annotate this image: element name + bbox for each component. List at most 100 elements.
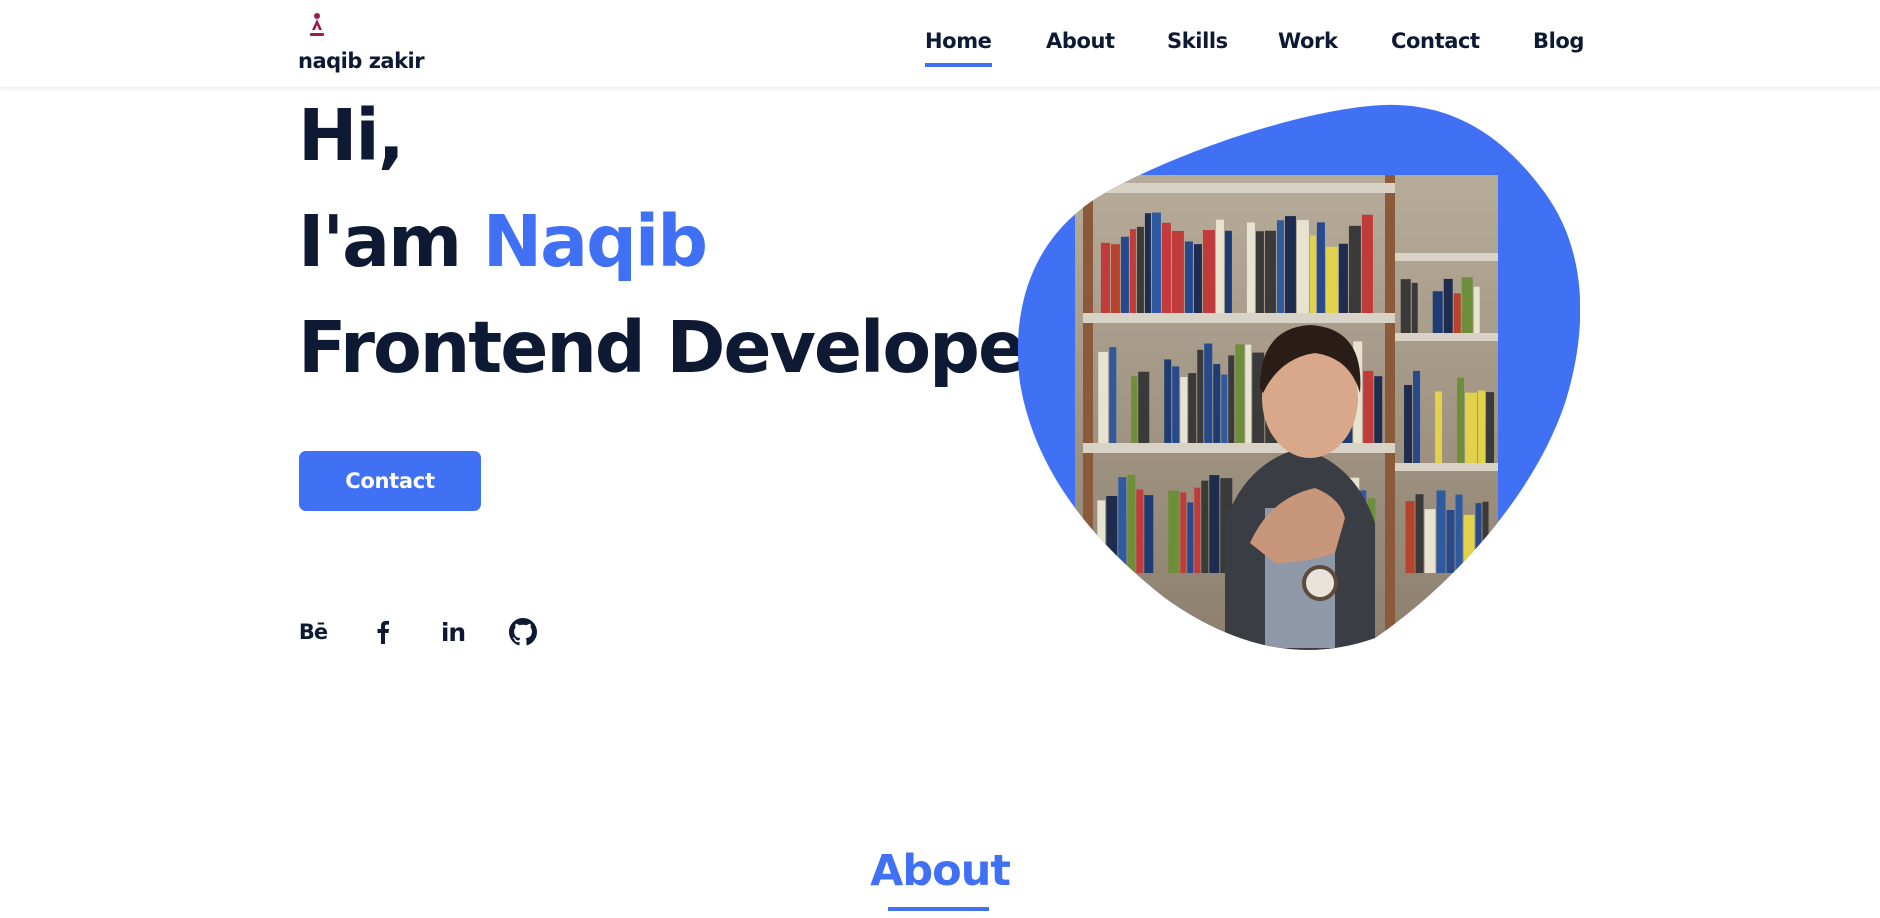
book-spine	[1296, 220, 1309, 313]
book-spine	[1184, 241, 1193, 313]
book-spine	[1209, 475, 1220, 573]
hero-name: Naqib	[482, 200, 708, 283]
book-spine	[1204, 343, 1213, 443]
book-spine	[1100, 242, 1110, 313]
book-spine	[1215, 219, 1224, 313]
book-spine	[1457, 377, 1465, 463]
book-spine	[1171, 230, 1184, 313]
book-spine	[1144, 213, 1151, 313]
book-spine	[1138, 371, 1150, 443]
book-spine	[1348, 225, 1361, 313]
book-spine	[1201, 480, 1209, 573]
book-spine	[1197, 349, 1204, 443]
book-spine	[1255, 231, 1264, 313]
book-spine	[1363, 370, 1374, 443]
book-spine	[1475, 503, 1482, 573]
behance-icon[interactable]: Bē	[296, 615, 330, 649]
book-spine	[1276, 220, 1284, 313]
book-spine	[1118, 477, 1127, 573]
book-spine	[1463, 514, 1475, 573]
book-spine	[1435, 391, 1443, 463]
profile-photo	[1017, 104, 1580, 650]
book-spine	[1224, 230, 1232, 313]
about-heading: About	[870, 846, 1011, 896]
book-spine	[1453, 293, 1461, 333]
facebook-icon[interactable]	[366, 615, 400, 649]
profile-blob	[1015, 103, 1580, 653]
book-spine	[1144, 495, 1154, 573]
book-spine	[1213, 364, 1221, 443]
site-header: naqib zakir Home About Skills Work Conta…	[0, 0, 1880, 87]
facebook-glyph	[377, 620, 389, 644]
book-spine	[1164, 359, 1172, 443]
book-spine	[1202, 230, 1215, 313]
book-spine	[1309, 235, 1316, 313]
book-spine	[1424, 509, 1436, 573]
book-spine	[1415, 494, 1424, 573]
nav-blog[interactable]: Blog	[1533, 29, 1584, 53]
book-spine	[1432, 291, 1443, 333]
book-spine	[1131, 376, 1138, 443]
contact-button[interactable]: Contact	[299, 451, 481, 511]
brand-name[interactable]: naqib zakir	[298, 49, 425, 73]
book-spine	[1151, 212, 1161, 313]
book-spine	[1405, 501, 1415, 573]
github-icon[interactable]	[506, 615, 540, 649]
book-spine	[1172, 366, 1180, 443]
hero-role: Frontend Developer	[298, 306, 1059, 389]
book-spine	[1461, 277, 1473, 333]
book-spine	[1110, 244, 1120, 313]
book-spine	[1455, 494, 1463, 573]
book-spine	[1316, 222, 1325, 313]
nav-contact[interactable]: Contact	[1391, 29, 1480, 53]
book-spine	[1413, 370, 1421, 463]
nav-skills[interactable]: Skills	[1167, 29, 1228, 53]
nav-work[interactable]: Work	[1278, 29, 1338, 53]
hero-intro: I'am Naqib	[298, 206, 708, 277]
book-spine	[1473, 286, 1480, 333]
nav-home[interactable]: Home	[925, 29, 992, 67]
book-spine	[1246, 222, 1255, 313]
book-spine	[1168, 490, 1180, 573]
nav-about[interactable]: About	[1046, 29, 1115, 53]
book-spine	[1235, 344, 1245, 443]
book-spine	[1400, 279, 1411, 333]
book-spine	[1136, 226, 1144, 313]
book-spine	[1120, 236, 1129, 313]
book-spine	[1136, 489, 1144, 573]
book-spine	[1245, 344, 1252, 443]
book-spine	[1127, 474, 1136, 573]
book-spine	[1325, 246, 1338, 313]
book-spine	[1411, 282, 1418, 333]
book-spine	[1443, 278, 1453, 333]
behance-glyph: Bē	[298, 620, 328, 644]
book-spine	[1221, 374, 1228, 443]
book-spine	[1446, 510, 1455, 573]
book-spine	[1264, 230, 1276, 313]
hero-greeting: Hi,	[298, 94, 405, 177]
book-spine	[1482, 501, 1489, 573]
book-spine	[1478, 390, 1486, 463]
book-spine	[1284, 216, 1296, 313]
book-spine	[1097, 500, 1106, 573]
linkedin-icon[interactable]: in	[436, 615, 470, 649]
book-spine	[1404, 384, 1413, 463]
github-glyph	[509, 618, 537, 646]
book-spine	[1188, 373, 1197, 443]
book-spine	[1106, 496, 1118, 573]
book-spine	[1187, 502, 1194, 573]
book-spine	[1109, 347, 1117, 443]
book-spine	[1228, 355, 1235, 443]
book-spine	[1194, 487, 1201, 573]
naqib-logo-icon[interactable]	[308, 12, 326, 40]
book-spine	[1338, 243, 1348, 313]
book-spine	[1098, 351, 1109, 443]
book-spine	[1193, 244, 1202, 313]
book-spine	[1374, 376, 1383, 443]
book-spine	[1129, 229, 1136, 313]
book-spine	[1180, 376, 1188, 443]
linkedin-glyph: in	[440, 617, 466, 647]
book-spine	[1486, 392, 1495, 463]
book-spine	[1465, 392, 1478, 463]
book-spine	[1361, 214, 1373, 313]
